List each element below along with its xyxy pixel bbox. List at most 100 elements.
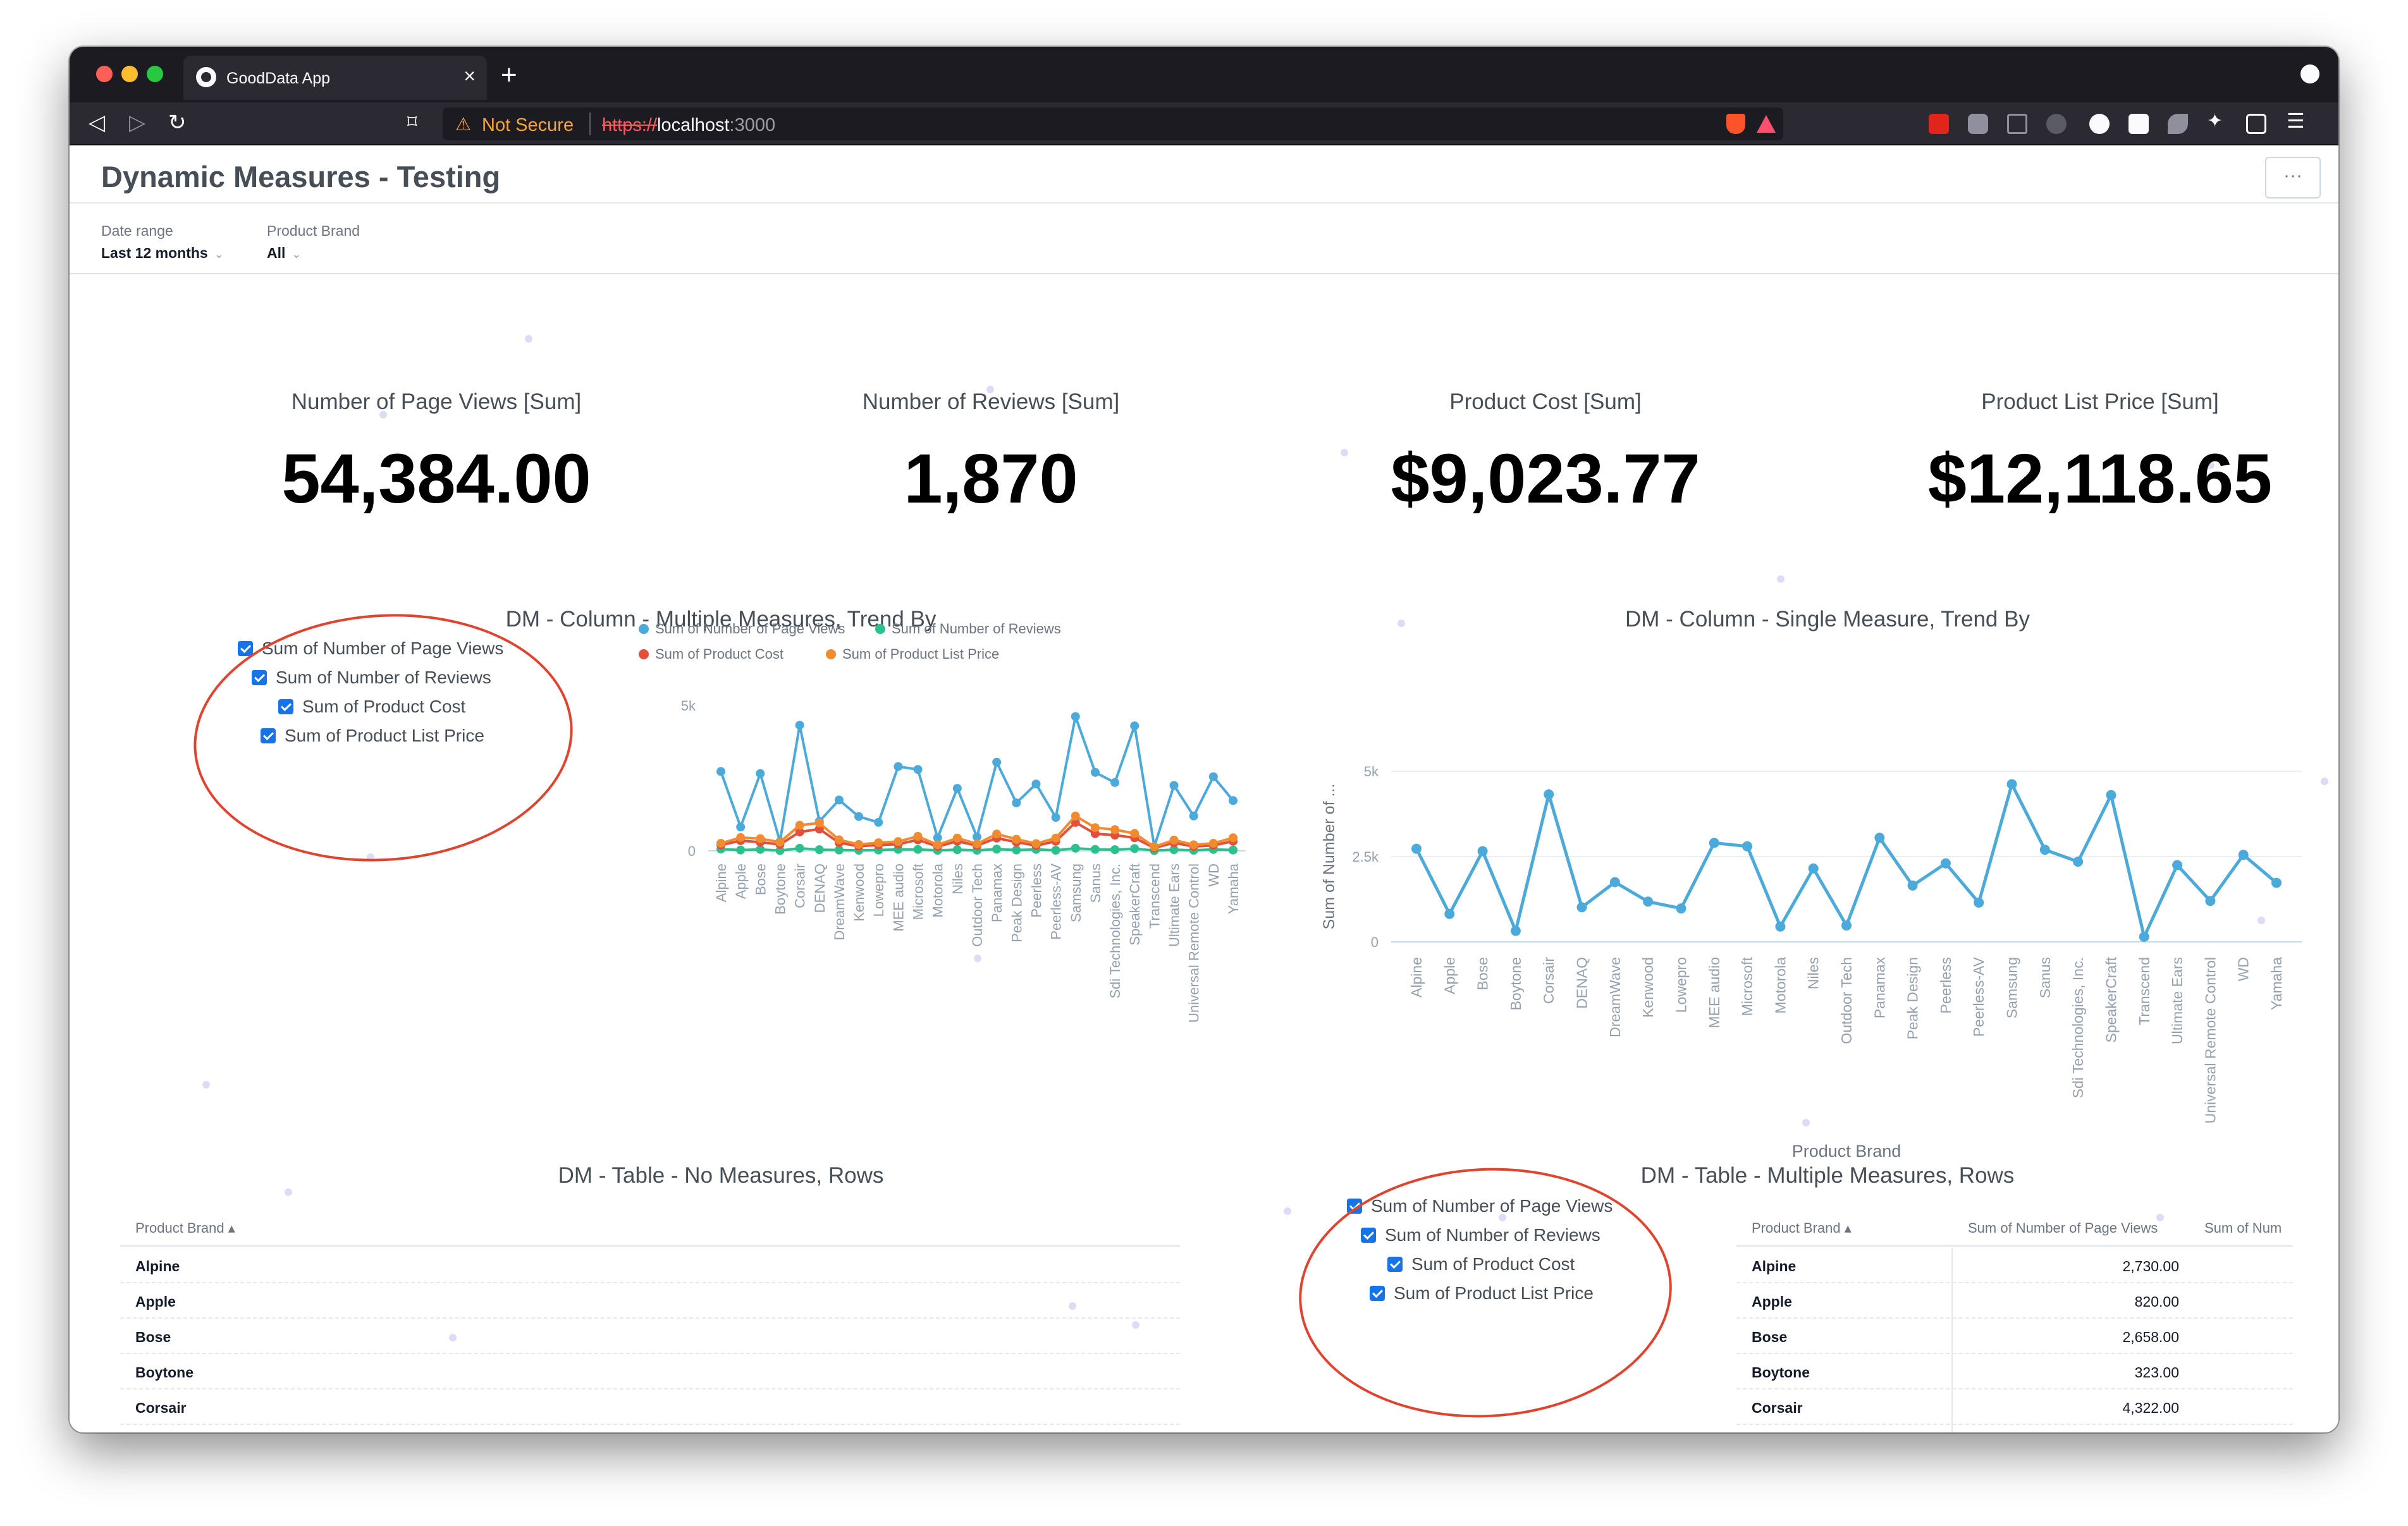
- table-row[interactable]: Corsair 4,322.00: [1736, 1389, 2293, 1425]
- screens-icon[interactable]: [2128, 114, 2149, 134]
- table-row[interactable]: DENAQ1,015.00: [1736, 1425, 2293, 1432]
- data-point[interactable]: [2238, 850, 2249, 860]
- data-point[interactable]: [1130, 721, 1140, 731]
- data-point[interactable]: [1444, 908, 1455, 919]
- data-point[interactable]: [1841, 920, 1852, 931]
- data-point[interactable]: [2172, 860, 2183, 870]
- data-point[interactable]: [736, 822, 746, 832]
- data-point[interactable]: [1411, 843, 1422, 854]
- data-point[interactable]: [952, 784, 962, 793]
- new-tab-button[interactable]: +: [501, 59, 517, 91]
- browser-tab[interactable]: GoodData App ×: [183, 56, 487, 100]
- data-point[interactable]: [2073, 857, 2084, 867]
- data-point[interactable]: [1189, 811, 1198, 821]
- menu-icon[interactable]: ☰: [2287, 109, 2307, 132]
- data-point[interactable]: [1208, 772, 1218, 781]
- data-point[interactable]: [1974, 897, 1984, 908]
- data-point[interactable]: [1544, 789, 1554, 800]
- table-row[interactable]: Alpine: [120, 1248, 1180, 1283]
- data-point[interactable]: [913, 765, 923, 774]
- table-row[interactable]: Boytone 323.00: [1736, 1354, 2293, 1389]
- data-point[interactable]: [913, 845, 923, 854]
- data-point[interactable]: [1110, 778, 1120, 787]
- data-point[interactable]: [952, 845, 962, 855]
- bookmark-icon[interactable]: ⌑: [407, 111, 417, 133]
- legend-item[interactable]: Sum of Product List Price: [826, 646, 999, 662]
- data-point[interactable]: [933, 840, 942, 850]
- maximize-window-button[interactable]: [147, 66, 163, 82]
- data-point[interactable]: [1110, 825, 1120, 834]
- data-point[interactable]: [1189, 840, 1198, 850]
- data-point[interactable]: [1208, 839, 1218, 848]
- close-tab-icon[interactable]: ×: [464, 64, 476, 88]
- data-point[interactable]: [1110, 845, 1120, 855]
- data-point[interactable]: [756, 834, 765, 843]
- data-point[interactable]: [834, 835, 844, 845]
- back-icon[interactable]: ◁: [89, 110, 105, 135]
- data-point[interactable]: [874, 838, 883, 848]
- data-point[interactable]: [2139, 931, 2149, 942]
- data-point[interactable]: [2039, 845, 2050, 855]
- data-point[interactable]: [913, 832, 923, 841]
- legend-item[interactable]: Sum of Number of Reviews: [875, 621, 1061, 637]
- table-row[interactable]: Boytone: [120, 1354, 1180, 1389]
- table-row[interactable]: Apple: [120, 1283, 1180, 1319]
- data-point[interactable]: [1071, 811, 1080, 821]
- wallet-icon[interactable]: [2246, 114, 2266, 134]
- leaf-extension-icon[interactable]: [2168, 114, 2188, 134]
- brave-shield-icon[interactable]: [1726, 114, 1745, 134]
- column-header-product-brand[interactable]: Product Brand ▴: [1752, 1220, 1852, 1236]
- data-point[interactable]: [992, 757, 1002, 767]
- data-point[interactable]: [894, 762, 903, 771]
- legend-item[interactable]: Sum of Number of Page Views: [639, 621, 845, 637]
- more-options-button[interactable]: ···: [2265, 157, 2321, 198]
- data-point[interactable]: [1071, 843, 1080, 853]
- data-point[interactable]: [1775, 921, 1786, 932]
- data-point[interactable]: [716, 767, 725, 776]
- column-header-reviews[interactable]: Sum of Num: [2204, 1220, 2282, 1236]
- data-point[interactable]: [1130, 844, 1140, 853]
- grey-extension-icon[interactable]: [2046, 114, 2067, 134]
- data-point[interactable]: [814, 845, 824, 855]
- data-point[interactable]: [874, 817, 883, 827]
- forward-icon[interactable]: ▷: [129, 110, 145, 135]
- data-point[interactable]: [1130, 829, 1140, 838]
- extension-red-icon[interactable]: [1929, 114, 1949, 134]
- list-tabs-icon[interactable]: [2300, 64, 2319, 83]
- reload-icon[interactable]: ↻: [168, 110, 187, 135]
- data-point[interactable]: [1676, 903, 1686, 914]
- product-brand-filter[interactable]: Product Brand All ⌄: [267, 223, 360, 262]
- data-point[interactable]: [1874, 833, 1885, 843]
- data-point[interactable]: [973, 839, 981, 848]
- data-point[interactable]: [795, 721, 804, 730]
- date-range-filter[interactable]: Date range Last 12 months ⌄: [101, 223, 224, 262]
- data-point[interactable]: [1051, 833, 1060, 843]
- data-point[interactable]: [736, 845, 746, 855]
- data-point[interactable]: [1477, 846, 1488, 857]
- table-row[interactable]: Apple 820.00: [1736, 1283, 2293, 1319]
- data-point[interactable]: [1012, 845, 1021, 855]
- circle-extension-icon[interactable]: [2089, 114, 2110, 134]
- data-point[interactable]: [1031, 839, 1041, 848]
- data-point[interactable]: [1907, 880, 1918, 891]
- data-point[interactable]: [1742, 841, 1753, 852]
- data-point[interactable]: [952, 833, 962, 843]
- minimize-window-button[interactable]: [121, 66, 138, 82]
- data-point[interactable]: [1031, 779, 1041, 789]
- data-point[interactable]: [814, 818, 824, 827]
- pen-extension-icon[interactable]: [2007, 114, 2027, 134]
- data-point[interactable]: [736, 833, 746, 842]
- puzzle-icon[interactable]: ✦: [2207, 110, 2227, 131]
- data-point[interactable]: [775, 838, 785, 847]
- data-point[interactable]: [1940, 858, 1951, 869]
- data-point[interactable]: [716, 839, 725, 848]
- data-point[interactable]: [1169, 781, 1179, 790]
- column-header-product-brand[interactable]: Product Brand ▴: [135, 1220, 235, 1236]
- legend-item[interactable]: Sum of Product Cost: [639, 646, 783, 662]
- data-point[interactable]: [1051, 846, 1060, 855]
- table-row[interactable]: Bose: [120, 1319, 1180, 1354]
- data-point[interactable]: [1169, 835, 1179, 845]
- data-point[interactable]: [992, 845, 1002, 854]
- close-window-button[interactable]: [96, 66, 113, 82]
- data-point[interactable]: [1012, 798, 1021, 808]
